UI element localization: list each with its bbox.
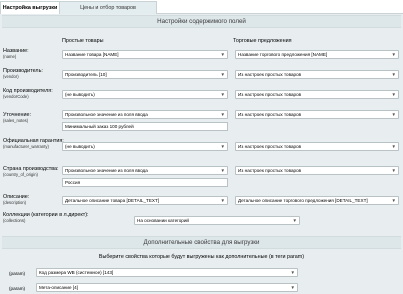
tab-prices-and-filter[interactable]: Цены и отбор товаров <box>59 1 157 15</box>
column-header-trade-offers: Торговые предложения <box>233 38 292 44</box>
section-header-additional-properties: Дополнительные свойства для выгрузки <box>2 236 401 249</box>
select-sales-notes-offers[interactable]: Из настроек простых товаров ▼ <box>235 110 399 119</box>
chevron-down-icon: ▼ <box>391 198 396 203</box>
chevron-down-icon: ▼ <box>220 144 225 149</box>
chevron-down-icon: ▼ <box>220 72 225 77</box>
select-description-offers[interactable]: Детальное описание торгового предложения… <box>235 196 399 205</box>
select-vendor-offers[interactable]: Из настроек простых товаров ▼ <box>235 70 399 79</box>
field-label-vendor: Производитель: (vendor) <box>3 68 43 79</box>
param-label: (param) <box>9 271 26 276</box>
section-header-field-content: Настройки содержимого полей <box>2 15 401 28</box>
chevron-down-icon: ▼ <box>220 168 225 173</box>
select-param-1[interactable]: Код размера WB (системное) [143] ▼ <box>36 268 298 277</box>
chevron-down-icon: ▼ <box>292 218 297 223</box>
input-sales-notes[interactable]: Минимальный заказ 100 рублей <box>62 122 228 131</box>
settings-panel: Настройки содержимого полей Простые това… <box>0 14 403 294</box>
select-vendor-code-offers[interactable]: Из настроек простых товаров ▼ <box>235 90 399 99</box>
field-label-name: Название: (name) <box>3 48 29 59</box>
chevron-down-icon: ▼ <box>391 168 396 173</box>
chevron-down-icon: ▼ <box>391 92 396 97</box>
select-sales-notes-simple[interactable]: Произвольное значение из поля ввода ▼ <box>62 110 228 119</box>
select-vendor-simple[interactable]: Производитель [10] ▼ <box>62 70 228 79</box>
select-collections[interactable]: На основании категорий ▼ <box>134 216 300 225</box>
chevron-down-icon: ▼ <box>290 285 295 290</box>
field-label-sales-notes: Уточнение: (sales_notes) <box>3 112 31 123</box>
tab-bar: Настройка выгрузки Цены и отбор товаров <box>0 0 403 15</box>
chevron-down-icon: ▼ <box>290 270 295 275</box>
field-label-vendor-code: Код производителя: (vendorCode) <box>3 88 53 99</box>
input-country[interactable]: Россия <box>62 178 228 187</box>
chevron-down-icon: ▼ <box>391 112 396 117</box>
select-country-simple[interactable]: Произвольное значение из поля ввода ▼ <box>62 166 228 175</box>
chevron-down-icon: ▼ <box>220 112 225 117</box>
params-hint-text: Выберите свойства которые будут выгружен… <box>98 254 305 260</box>
select-param-2[interactable]: Мета-описание [4] ▼ <box>36 283 298 292</box>
select-warranty-simple[interactable]: (не выводить) ▼ <box>62 142 228 151</box>
chevron-down-icon: ▼ <box>220 52 225 57</box>
select-country-offers[interactable]: Из настроек простых товаров ▼ <box>235 166 399 175</box>
field-label-description: Описание: (description) <box>3 194 30 205</box>
select-description-simple[interactable]: Детальное описание товара [DETAIL_TEXT] ▼ <box>62 196 228 205</box>
field-label-country: Страна производства: (country_of_origin) <box>3 166 59 177</box>
chevron-down-icon: ▼ <box>391 52 396 57</box>
param-label: (param) <box>9 286 26 291</box>
field-label-collections: Коллекции (категории в л.директ): (collec… <box>3 212 89 223</box>
chevron-down-icon: ▼ <box>220 92 225 97</box>
column-header-simple-products: Простые товары <box>62 38 104 44</box>
select-warranty-offers[interactable]: Из настроек простых товаров ▼ <box>235 142 399 151</box>
chevron-down-icon: ▼ <box>391 144 396 149</box>
tab-export-settings[interactable]: Настройка выгрузки <box>0 1 60 14</box>
select-name-simple[interactable]: Название товара [NAME] ▼ <box>62 50 228 59</box>
select-name-offers[interactable]: Название торгового предложения [NAME] ▼ <box>235 50 399 59</box>
chevron-down-icon: ▼ <box>220 198 225 203</box>
field-label-warranty: Официальная гарантия: (manufacturer_warra… <box>3 138 64 149</box>
chevron-down-icon: ▼ <box>391 72 396 77</box>
select-vendor-code-simple[interactable]: (не выводить) ▼ <box>62 90 228 99</box>
